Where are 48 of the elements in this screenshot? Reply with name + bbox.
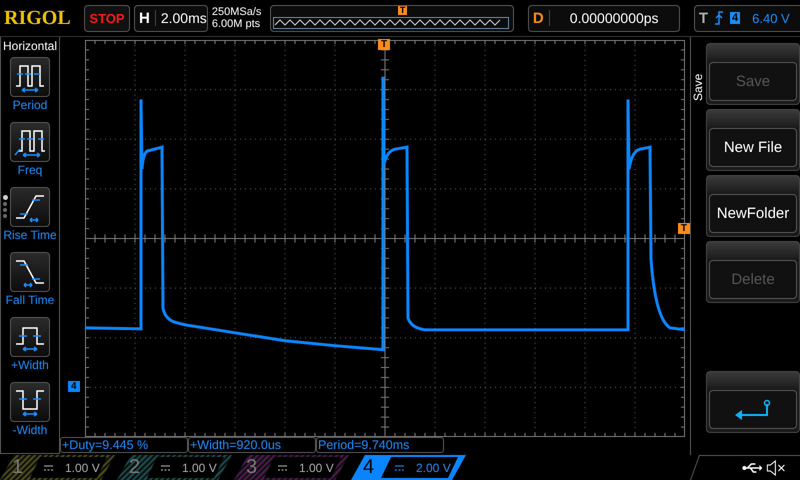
delay-value: 0.00000000ps	[548, 10, 674, 26]
dc-coupling-icon	[44, 464, 53, 470]
menu-button[interactable]: New File	[706, 109, 800, 171]
measure-button[interactable]	[10, 317, 50, 357]
measure-button[interactable]	[10, 122, 50, 162]
channel-tab[interactable]: 1 1.00 V	[0, 455, 115, 480]
timebase-label: H	[139, 10, 150, 26]
dc-coupling-icon	[161, 464, 170, 470]
measure-button[interactable]	[10, 382, 50, 422]
back-button[interactable]	[706, 371, 800, 433]
measure-button[interactable]	[10, 252, 50, 292]
trigger-level-marker: T	[678, 223, 690, 234]
delay-label: D	[532, 10, 544, 26]
memory-depth: 6.00M pts	[212, 18, 262, 30]
trigger-label: T	[698, 10, 708, 26]
measure-label: -Width	[12, 423, 48, 437]
measure-button[interactable]	[10, 57, 50, 97]
measurement-readout: +Duty=9.445 %	[60, 437, 188, 453]
channel-tab[interactable]: 4 2.00 V	[351, 455, 466, 480]
measurement-readout: +Width=920.0us	[188, 437, 316, 453]
measure-button[interactable]	[10, 187, 50, 227]
trigger-position-marker: T	[378, 39, 390, 50]
return-arrow-icon	[733, 398, 773, 420]
channel-tab[interactable]: 3 1.00 V	[234, 455, 349, 480]
measure-label: +Width	[11, 358, 49, 372]
measure-label: Freq	[18, 163, 42, 177]
channel-scale: 1.00 V	[264, 457, 341, 478]
trigger-level-value: 6.40 V	[752, 10, 790, 26]
channel-scale: 2.00 V	[381, 457, 458, 478]
waveform-overview-icon	[272, 16, 509, 28]
channel-tab[interactable]: 2 1.00 V	[117, 455, 232, 480]
measure-label: Fall Time	[6, 293, 54, 307]
trigger-source-badge: 4	[730, 12, 740, 24]
channel-offset-marker: 4	[68, 381, 80, 392]
channel-scale: 1.00 V	[30, 457, 107, 478]
dc-coupling-icon	[395, 464, 404, 470]
menu-title: Save	[691, 72, 705, 101]
brand-logo: RIGOL	[4, 6, 72, 30]
trigger-position-marker: T	[398, 6, 408, 14]
sample-rate: 250MSa/s	[212, 6, 262, 18]
panel-title: Horizontal	[2, 39, 58, 53]
measurement-readout: Period=9.740ms	[316, 437, 444, 453]
channel-scale: 1.00 V	[147, 457, 224, 478]
run-stop-button[interactable]: STOP	[84, 4, 130, 32]
measure-label: Period	[12, 98, 48, 112]
menu-button[interactable]: NewFolder	[706, 175, 800, 237]
measure-label: Rise Time	[3, 228, 57, 242]
dc-coupling-icon	[278, 464, 287, 470]
